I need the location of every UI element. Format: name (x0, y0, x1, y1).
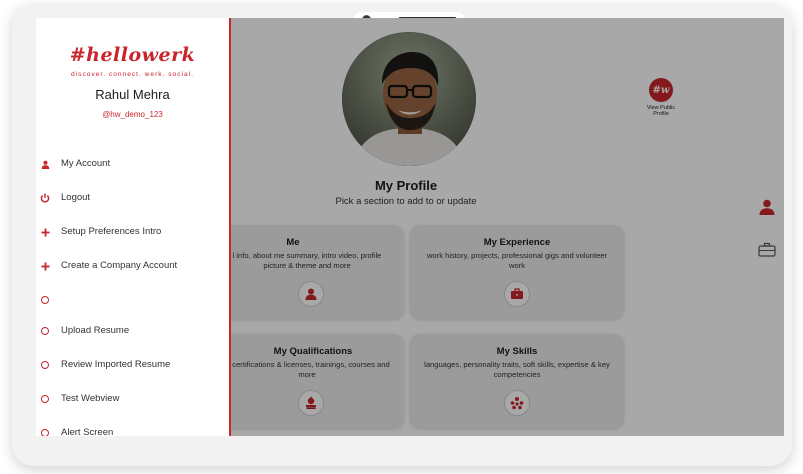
user-name: Rahul Mehra (95, 87, 170, 102)
app-screen: My Profile Pick a section to add to or u… (36, 18, 784, 436)
menu-item-label: Alert Screen (61, 427, 114, 436)
menu-item-create-company-account[interactable]: Create a Company Account (36, 254, 229, 278)
menu-item-label: My Account (61, 158, 111, 169)
hellowerk-logo: #hellowerk (69, 44, 196, 66)
circle-icon (40, 394, 50, 404)
menu-item-upload-resume[interactable]: Upload Resume (36, 319, 229, 343)
menu-item-label: Test Webview (61, 393, 120, 404)
menu-item-my-account[interactable]: My Account (36, 152, 229, 176)
menu-item-label: Create a Company Account (61, 260, 178, 271)
menu-item-logout[interactable]: Logout (36, 186, 229, 210)
menu-item-label: Setup Preferences Intro (61, 226, 162, 237)
power-icon (40, 193, 50, 203)
menu-item-label: Review Imported Resume (61, 359, 171, 370)
menu-item-setup-preferences-intro[interactable]: Setup Preferences Intro (36, 220, 229, 244)
circle-icon (40, 360, 50, 370)
person-icon (40, 159, 50, 169)
circle-icon (40, 295, 50, 305)
navigation-drawer: #hellowerk discover. connect. werk. soci… (36, 18, 231, 436)
menu-item-test-webview[interactable]: Test Webview (36, 387, 229, 411)
app-tagline: discover. connect. werk. social. (71, 71, 194, 78)
circle-icon (40, 326, 50, 336)
circle-icon (40, 428, 50, 436)
plus-icon (40, 261, 50, 271)
plus-icon (40, 227, 50, 237)
menu-item-label: Upload Resume (61, 325, 130, 336)
menu-item-alert-screen[interactable]: Alert Screen (36, 421, 229, 436)
menu-item-review-imported-resume[interactable]: Review Imported Resume (36, 353, 229, 377)
menu-item-blank[interactable] (36, 288, 229, 312)
menu-item-label: Logout (61, 192, 91, 203)
user-handle: @hw_demo_123 (102, 110, 163, 119)
